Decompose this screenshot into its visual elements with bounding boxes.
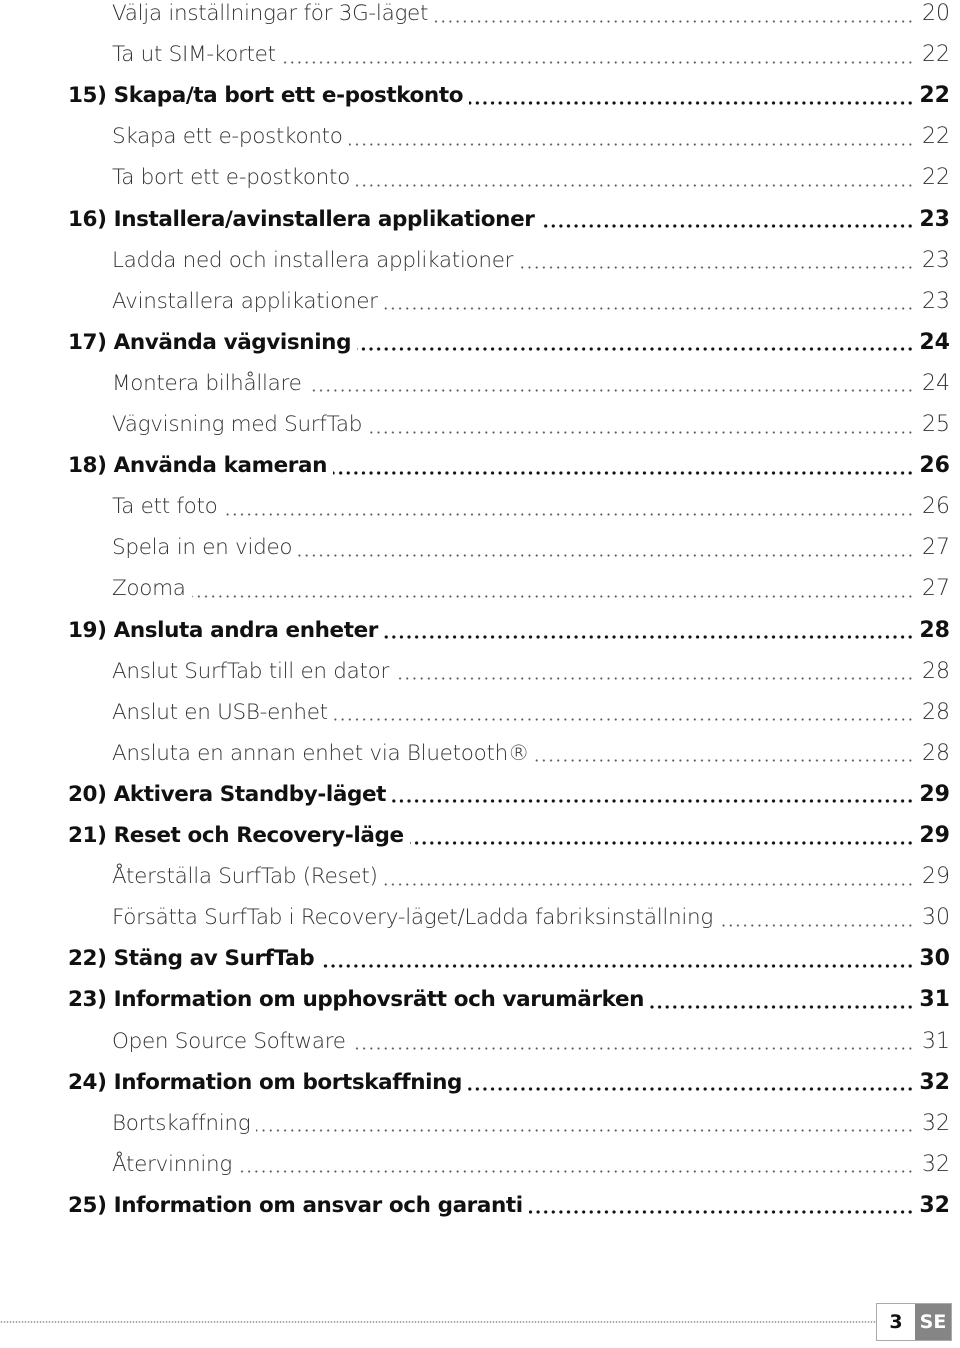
toc-entry-page: 25	[918, 412, 950, 437]
toc-section-entry[interactable]: Bortskaffning 32	[0, 1103, 960, 1144]
toc-entry-page: 32	[918, 1151, 950, 1177]
toc-section-entry[interactable]: Spela in en video 27	[0, 527, 960, 568]
toc-entry-title: 20) Aktivera Standby-läget	[68, 781, 393, 807]
toc-chapter-entry[interactable]: 22) Stäng av SurfTab 30	[0, 938, 960, 979]
toc-section-entry[interactable]: Försätta SurfTab i Recovery-läget/Ladda …	[0, 897, 960, 938]
toc-entry-page: 32	[918, 1110, 950, 1136]
toc-entry-page: 28	[918, 740, 950, 766]
toc-section-entry[interactable]: Återvinning 32	[0, 1144, 960, 1185]
toc-entry-page: 28	[918, 658, 950, 684]
toc-entry-page: 22	[918, 124, 950, 150]
toc-entry-page: 31	[918, 1028, 950, 1054]
toc-entry-title: Ta ut SIM-kortet	[112, 42, 282, 68]
toc-entry-page: 32	[915, 1069, 950, 1095]
toc-entry-page: 27	[918, 535, 950, 561]
toc-entry-page: 32	[915, 1192, 950, 1218]
toc-entry-title: Avinstallera applikationer	[112, 288, 384, 314]
toc-entry-title: Skapa ett e-postkonto	[112, 124, 349, 150]
toc-entry-page: 23	[918, 288, 950, 314]
toc-entry-title: Ta ett foto	[112, 494, 224, 520]
toc-entry-title: Vägvisning med SurfTab	[112, 412, 369, 437]
toc-entry-page: 29	[915, 823, 950, 848]
toc-entry-page: 26	[915, 453, 950, 479]
toc-section-entry[interactable]: Ladda ned och installera applikationer 23	[0, 240, 960, 281]
toc-entry-title: Zooma	[112, 576, 192, 602]
toc-chapter-entry[interactable]: 17) Använda vägvisning 24	[0, 322, 960, 363]
toc-entry-page: 26	[918, 494, 950, 520]
toc-entry-page: 29	[915, 781, 950, 807]
toc-entry-page: 30	[918, 905, 950, 931]
toc-entry-title: 24) Information om bortskaffning	[68, 1069, 468, 1095]
toc-entry-title: 25) Information om ansvar och garanti	[68, 1192, 529, 1218]
toc-chapter-entry[interactable]: 18) Använda kameran 26	[0, 445, 960, 486]
toc-entry-page: 22	[915, 83, 950, 109]
toc-section-entry[interactable]: Ansluta en annan enhet via Bluetooth® 28	[0, 733, 960, 774]
page-number: 3	[877, 1304, 915, 1340]
toc-entry-title: Återvinning	[112, 1151, 238, 1177]
toc-entry-title: Välja inställningar för 3G-läget	[112, 1, 435, 26]
toc-entry-page: 29	[918, 864, 950, 890]
toc-entry-title: 18) Använda kameran	[68, 453, 333, 479]
language-code-badge: SE	[915, 1304, 951, 1340]
toc-entry-title: 23) Information om upphovsrätt och varum…	[68, 987, 651, 1013]
toc-entry-page: 23	[918, 247, 950, 273]
toc-entry-page: 23	[915, 206, 950, 232]
toc-entry-page: 20	[918, 1, 950, 26]
toc-entry-title: Ta bort ett e-postkonto	[112, 165, 356, 191]
toc-entry-title: Open Source Software	[112, 1028, 352, 1054]
toc-chapter-entry[interactable]: 21) Reset och Recovery-läge 29	[0, 815, 960, 856]
toc-entry-page: 27	[918, 576, 950, 602]
toc-chapter-entry[interactable]: 20) Aktivera Standby-läget 29	[0, 774, 960, 815]
toc-entry-title: Försätta SurfTab i Recovery-läget/Ladda …	[112, 905, 719, 931]
toc-section-entry[interactable]: Skapa ett e-postkonto 22	[0, 116, 960, 157]
toc-section-entry[interactable]: Återställa SurfTab (Reset) 29	[0, 856, 960, 897]
page-badge: 3 SE	[876, 1303, 952, 1341]
toc-entry-page: 24	[918, 370, 950, 396]
footer-dotted-rule	[0, 1321, 876, 1323]
toc-section-entry[interactable]: Välja inställningar för 3G-läget 20	[0, 0, 960, 34]
toc-entry-title: Spela in en video	[112, 535, 299, 561]
toc-entry-title: 17) Använda vägvisning	[68, 329, 358, 355]
toc-entry-title: Anslut SurfTab till en dator	[112, 658, 396, 684]
toc-entry-page: 28	[918, 699, 950, 725]
toc-entry-title: Anslut en USB-enhet	[112, 699, 334, 725]
toc-section-entry[interactable]: Zooma 27	[0, 568, 960, 609]
toc-section-entry[interactable]: Avinstallera applikationer 23	[0, 281, 960, 322]
dot-leader	[112, 512, 914, 516]
toc-section-entry[interactable]: Montera bilhållare 24	[0, 363, 960, 404]
toc-chapter-entry[interactable]: 16) Installera/avinstallera applikatione…	[0, 199, 960, 240]
toc-section-entry[interactable]: Anslut SurfTab till en dator 28	[0, 651, 960, 692]
toc-entry-page: 22	[918, 165, 950, 191]
toc-entry-page: 31	[915, 987, 950, 1013]
toc-entry-page: 24	[915, 329, 950, 355]
toc-entry-title: Ansluta en annan enhet via Bluetooth®	[112, 740, 536, 766]
toc-entry-title: 16) Installera/avinstallera applikatione…	[68, 206, 541, 232]
toc-entry-title: Montera bilhållare	[112, 370, 308, 396]
toc-section-entry[interactable]: Vägvisning med SurfTab 25	[0, 404, 960, 445]
toc-section-entry[interactable]: Ta ett foto 26	[0, 486, 960, 527]
toc-chapter-entry[interactable]: 19) Ansluta andra enheter 28	[0, 610, 960, 651]
toc-section-entry[interactable]: Anslut en USB-enhet 28	[0, 692, 960, 733]
toc-entry-title: Bortskaffning	[112, 1110, 257, 1136]
toc-entry-page: 22	[918, 42, 950, 68]
toc-chapter-entry[interactable]: 24) Information om bortskaffning 32	[0, 1062, 960, 1103]
toc-entry-title: 15) Skapa/ta bort ett e-postkonto	[68, 83, 470, 109]
toc-chapter-entry[interactable]: 23) Information om upphovsrätt och varum…	[0, 979, 960, 1020]
toc-entry-page: 30	[915, 946, 950, 972]
toc-entry-title: Återställa SurfTab (Reset)	[112, 864, 384, 890]
toc-entry-title: 22) Stäng av SurfTab	[68, 946, 321, 972]
toc-entry-page: 28	[915, 617, 950, 643]
toc-entry-title: Ladda ned och installera applikationer	[112, 247, 520, 273]
toc-section-entry[interactable]: Open Source Software 31	[0, 1021, 960, 1062]
dot-leader	[112, 594, 914, 598]
toc-section-entry[interactable]: Ta ut SIM-kortet 22	[0, 34, 960, 75]
toc-chapter-entry[interactable]: 25) Information om ansvar och garanti 32	[0, 1185, 960, 1226]
toc-entry-title: 21) Reset och Recovery-läge	[68, 823, 410, 848]
toc-chapter-entry[interactable]: 15) Skapa/ta bort ett e-postkonto 22	[0, 75, 960, 116]
toc-entry-title: 19) Ansluta andra enheter	[68, 617, 384, 643]
toc-section-entry[interactable]: Ta bort ett e-postkonto 22	[0, 157, 960, 198]
